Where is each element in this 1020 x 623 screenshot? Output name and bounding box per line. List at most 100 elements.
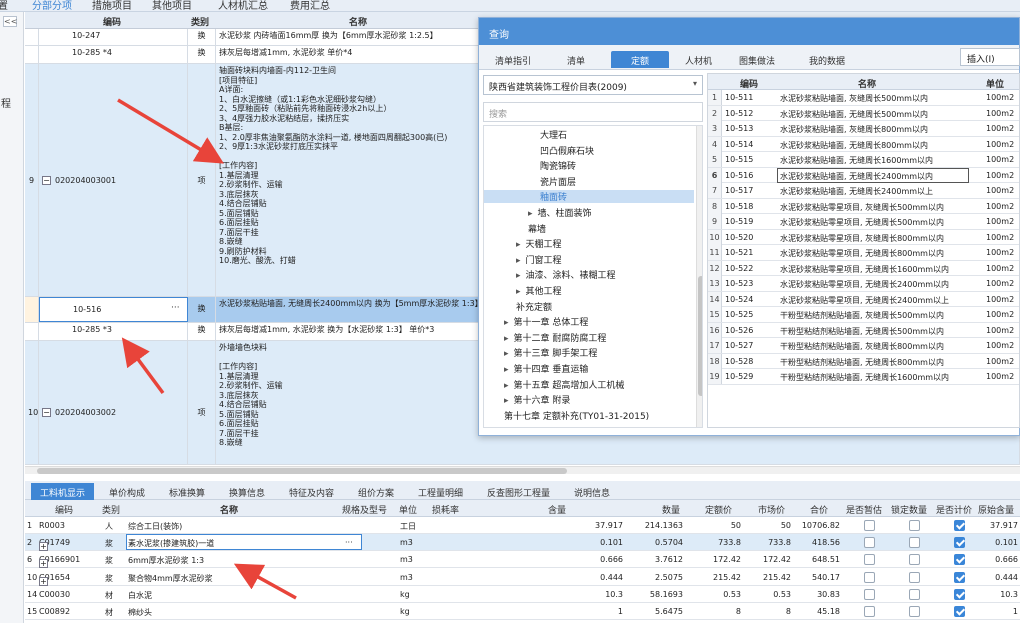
tree-item[interactable]: ▸ 第十六章 附录 (504, 393, 570, 406)
tree-item[interactable]: ▸ 墙、柱面装饰 (528, 206, 592, 219)
tree-item[interactable]: ▸ 第十二章 耐腐防腐工程 (504, 331, 606, 344)
row-code[interactable]: 10-516 (39, 297, 188, 322)
top-tab-measures[interactable]: 措施项目 (92, 0, 132, 12)
lock-checkbox[interactable] (909, 554, 920, 566)
expand-icon[interactable]: + (39, 559, 48, 569)
detail-tab[interactable]: 单价构成 (100, 483, 154, 500)
priced-checkbox[interactable] (954, 606, 965, 617)
detail-tab[interactable]: 说明信息 (565, 483, 619, 500)
resource-row[interactable]: 10 + C01654 浆 聚合物4mm厚水泥砂浆 m3 0.444 2.5075 215.42… (25, 569, 1020, 586)
lock-checkbox[interactable] (909, 520, 920, 531)
quota-row[interactable]: 2 10-512 水泥砂浆粘贴墙面, 无缝周长500mm以内 100m2 (708, 105, 1019, 121)
collapse-sidebar-button[interactable]: << (3, 16, 17, 27)
tree-item[interactable]: 釉面砖 (484, 190, 694, 204)
expand-icon[interactable]: + (39, 542, 48, 552)
quota-row[interactable]: 3 10-513 水泥砂浆粘贴墙面, 灰缝周长800mm以内 100m2 (708, 121, 1019, 137)
tree-item[interactable]: ▸ 其他工程 (516, 284, 562, 297)
collapse-icon[interactable]: − (42, 408, 51, 417)
expand-icon[interactable]: + (39, 576, 48, 586)
tree-item[interactable]: 第十七章 定额补充(TY01-31-2015) (504, 409, 649, 422)
quota-row[interactable]: 17 10-527 干粉型粘结剂粘贴墙面, 灰缝周长800mm以内 100m2 (708, 338, 1019, 354)
lock-checkbox[interactable] (909, 537, 920, 549)
chevron-right-icon[interactable]: ▸ (504, 381, 509, 391)
tab-bill[interactable]: 清单 (559, 51, 593, 68)
top-tab-other[interactable]: 其他项目 (152, 0, 192, 12)
provisional-checkbox[interactable] (864, 606, 875, 617)
tree-item[interactable]: 大理石 (540, 128, 567, 141)
tab-atlas[interactable]: 图集做法 (731, 51, 783, 68)
tree-item[interactable]: ▸ 第十三章 脚手架工程 (504, 346, 597, 359)
lock-checkbox[interactable] (909, 606, 920, 617)
quota-row[interactable]: 4 10-514 水泥砂浆粘贴墙面, 无缝周长800mm以内 100m2 (708, 136, 1019, 152)
tree-item[interactable]: 陶瓷锦砖 (540, 159, 576, 172)
quota-row[interactable]: 5 10-515 水泥砂浆粘贴墙面, 无缝周长1600mm以内 100m2 (708, 152, 1019, 168)
chevron-right-icon[interactable]: ▸ (504, 318, 509, 328)
scroll-thumb[interactable] (37, 468, 567, 474)
priced-checkbox[interactable] (954, 571, 965, 583)
quota-row[interactable]: 19 10-529 干粉型粘结剂粘贴墙面, 无缝周长1600mm以内 100m2 (708, 369, 1019, 385)
detail-tab[interactable]: 标准换算 (160, 483, 214, 500)
resource-row[interactable]: 1 R0003 人 综合工日(装饰) 工日 37.917 214.1363 50 50 10706… (25, 517, 1020, 534)
chevron-right-icon[interactable]: ▸ (504, 396, 509, 406)
quota-row[interactable]: 14 10-524 水泥砂浆粘贴零星项目, 无缝周长2400mm以上 100m2 (708, 291, 1019, 307)
quota-row[interactable]: 11 10-521 水泥砂浆粘贴零星项目, 无缝周长800mm以内 100m2 (708, 245, 1019, 261)
priced-checkbox[interactable] (954, 588, 965, 600)
more-button[interactable]: ··· (345, 538, 353, 547)
tree-item[interactable]: 幕墙 (528, 222, 546, 235)
resource-row[interactable]: 2 + C01749 浆 素水泥浆(掺建筑胶)一道 m3 ··· 0.101 0.5704 733… (25, 534, 1020, 552)
resource-row[interactable]: 15 C00892 材 棉纱头 kg 1 5.6475 8 8 45.18 1 (25, 603, 1020, 620)
more-button[interactable]: ··· (171, 303, 180, 313)
detail-tab[interactable]: 换算信息 (220, 483, 274, 500)
insert-button[interactable]: 插入(I) (960, 48, 1020, 66)
top-tab-resources[interactable]: 人材机汇总 (218, 0, 268, 12)
quota-row[interactable]: 12 10-522 水泥砂浆粘贴零星项目, 无缝周长1600mm以内 100m2 (708, 260, 1019, 276)
tree-item[interactable]: ▸ 第十五章 超高增加人工机械 (504, 378, 624, 391)
lock-checkbox[interactable] (909, 588, 920, 600)
scroll-thumb[interactable] (698, 276, 702, 396)
tree-item[interactable]: 补充定额 (516, 300, 552, 313)
resource-row[interactable]: 6 + C0166901 浆 6mm厚水泥砂浆 1:3 m3 0.666 3.7612 172.… (25, 551, 1020, 569)
detail-tab[interactable]: 工程量明细 (409, 483, 472, 500)
provisional-checkbox[interactable] (864, 520, 875, 531)
chevron-right-icon[interactable]: ▸ (516, 256, 521, 266)
provisional-checkbox[interactable] (864, 554, 875, 566)
detail-tab[interactable]: 反查图形工程量 (478, 483, 559, 500)
tree-item[interactable]: ▸ 第十一章 总体工程 (504, 315, 588, 328)
tree-item[interactable]: 凹凸假麻石块 (540, 144, 594, 157)
priced-checkbox[interactable] (954, 537, 965, 549)
provisional-checkbox[interactable] (864, 537, 875, 549)
detail-tab[interactable]: 特征及内容 (280, 483, 343, 500)
tab-resources[interactable]: 人材机 (677, 51, 720, 68)
tree-item[interactable]: ▸ 第十四章 垂直运输 (504, 362, 588, 375)
search-input[interactable]: 搜索 (483, 102, 703, 122)
quota-row[interactable]: 15 10-525 干粉型粘结剂粘贴墙面, 灰缝周长500mm以内 100m2 (708, 307, 1019, 323)
top-tab-fees[interactable]: 费用汇总 (290, 0, 330, 12)
provisional-checkbox[interactable] (864, 588, 875, 600)
tree-item[interactable]: 瓷片面层 (540, 175, 576, 188)
tree-item[interactable]: ▸ 门窗工程 (516, 253, 562, 266)
resource-row[interactable]: 14 C00030 材 白水泥 kg 10.3 58.1693 0.53 0.53 30.83 10… (25, 586, 1020, 603)
quota-row[interactable]: 16 10-526 干粉型粘结剂粘贴墙面, 无缝周长500mm以内 100m2 (708, 322, 1019, 338)
tab-bill-guide[interactable]: 清单指引 (487, 51, 539, 68)
top-tab-0[interactable]: 置 (0, 0, 8, 12)
chevron-right-icon[interactable]: ▸ (516, 287, 521, 297)
priced-checkbox[interactable] (954, 520, 965, 531)
tab-quota[interactable]: 定额 (611, 51, 669, 68)
tree-scrollbar[interactable] (696, 126, 702, 427)
collapse-icon[interactable]: − (42, 176, 51, 185)
chevron-right-icon[interactable]: ▸ (504, 334, 509, 344)
priced-checkbox[interactable] (954, 554, 965, 566)
quota-row[interactable]: 9 10-519 水泥砂浆粘贴零星项目, 无缝周长500mm以内 100m2 (708, 214, 1019, 230)
tab-my-data[interactable]: 我的数据 (801, 51, 853, 68)
quota-row[interactable]: 18 10-528 干粉型粘结剂粘贴墙面, 无缝周长800mm以内 100m2 (708, 353, 1019, 369)
chevron-right-icon[interactable]: ▸ (516, 271, 521, 281)
tree-item[interactable]: ▸ 天棚工程 (516, 237, 562, 250)
detail-tab[interactable]: 组价方案 (349, 483, 403, 500)
chevron-right-icon[interactable]: ▸ (516, 240, 521, 250)
provisional-checkbox[interactable] (864, 571, 875, 583)
grid-hscrollbar[interactable] (25, 466, 1020, 474)
quota-row[interactable]: 7 10-517 水泥砂浆粘贴墙面, 无缝周长2400mm以上 100m2 (708, 183, 1019, 199)
quota-row[interactable]: 1 10-511 水泥砂浆粘贴墙面, 灰缝周长500mm以内 100m2 (708, 90, 1019, 106)
quota-row[interactable]: 6 10-516 水泥砂浆粘贴墙面, 无缝周长2400mm以内 100m2 (708, 167, 1019, 183)
chevron-right-icon[interactable]: ▸ (528, 209, 533, 219)
